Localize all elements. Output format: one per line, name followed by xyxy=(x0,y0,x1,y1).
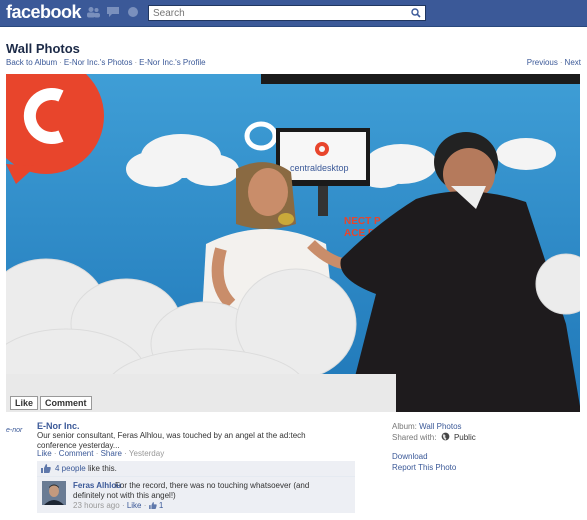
jewel-icons xyxy=(86,6,140,18)
download-link[interactable]: Download xyxy=(392,452,428,461)
globe-icon xyxy=(441,432,450,441)
photo-illustration: centraldesktop NECT P ACE D xyxy=(6,74,580,412)
photo-info: Album: Wall Photos Shared with: Public D… xyxy=(392,421,476,473)
photo-pager: Previous · Next xyxy=(526,58,581,67)
album-label: Album: xyxy=(392,422,417,431)
breadcrumb: Back to Album · E-Nor Inc.'s Photos · E-Nor … xyxy=(6,58,206,67)
messages-icon[interactable] xyxy=(106,6,120,18)
back-to-album-link[interactable]: Back to Album xyxy=(6,58,57,67)
comment-author-link[interactable]: Feras Alhlou xyxy=(73,481,121,490)
shared-label: Shared with: xyxy=(392,433,437,442)
owner-profile-link[interactable]: E-Nor Inc.'s Profile xyxy=(139,58,205,67)
post-time: Yesterday xyxy=(128,449,165,458)
page-title: Wall Photos xyxy=(6,41,80,56)
comment-item: For the record, there was no touching wh… xyxy=(37,477,355,513)
likes-suffix: like this. xyxy=(87,464,117,473)
caption-like-link[interactable]: Like xyxy=(37,449,52,458)
caption-actions: Like · Comment · Share · Yesterday xyxy=(37,449,165,458)
owner-photos-link[interactable]: E-Nor Inc.'s Photos xyxy=(64,58,133,67)
photo-caption: Our senior consultant, Feras Alhlou, was… xyxy=(37,431,306,450)
comment-like-count[interactable]: 1 xyxy=(159,501,163,510)
photo-like-button[interactable]: Like xyxy=(10,396,39,410)
main-photo[interactable]: centraldesktop NECT P ACE D xyxy=(6,74,580,412)
svg-text:NECT P: NECT P xyxy=(344,216,381,227)
facebook-logo[interactable]: facebook xyxy=(6,2,82,23)
notifications-icon[interactable] xyxy=(126,6,140,18)
likes-summary: 4 people like this. xyxy=(37,461,355,477)
photo-comment-button[interactable]: Comment xyxy=(40,396,92,410)
album-link[interactable]: Wall Photos xyxy=(419,422,461,431)
avatar[interactable] xyxy=(42,481,66,505)
likers-link[interactable]: 4 people xyxy=(55,464,86,473)
search-input[interactable] xyxy=(149,6,407,20)
caption-share-link[interactable]: Share xyxy=(101,449,122,458)
comment-time: 23 hours ago xyxy=(73,501,120,510)
photo-actions: Like Comment xyxy=(10,396,92,410)
next-link[interactable]: Next xyxy=(565,58,581,67)
commenter-photo xyxy=(42,481,66,505)
monitor-text: centraldesktop xyxy=(290,163,349,173)
thumbs-up-icon xyxy=(148,502,157,509)
previous-link[interactable]: Previous xyxy=(527,58,558,67)
search-box xyxy=(148,5,426,21)
top-bar: facebook xyxy=(0,0,587,27)
owner-name-link[interactable]: E-Nor Inc. xyxy=(37,421,80,431)
caption-comment-link[interactable]: Comment xyxy=(59,449,94,458)
comment-like-link[interactable]: Like xyxy=(127,501,142,510)
search-button[interactable] xyxy=(407,6,425,20)
thumbs-up-icon xyxy=(41,464,51,473)
friends-icon[interactable] xyxy=(86,6,100,18)
privacy-value[interactable]: Public xyxy=(454,433,476,442)
comment-meta: 23 hours ago · Like · 1 xyxy=(73,501,164,510)
report-photo-link[interactable]: Report This Photo xyxy=(392,463,456,472)
search-icon xyxy=(411,8,421,18)
owner-logo[interactable]: e-nor xyxy=(6,427,22,434)
